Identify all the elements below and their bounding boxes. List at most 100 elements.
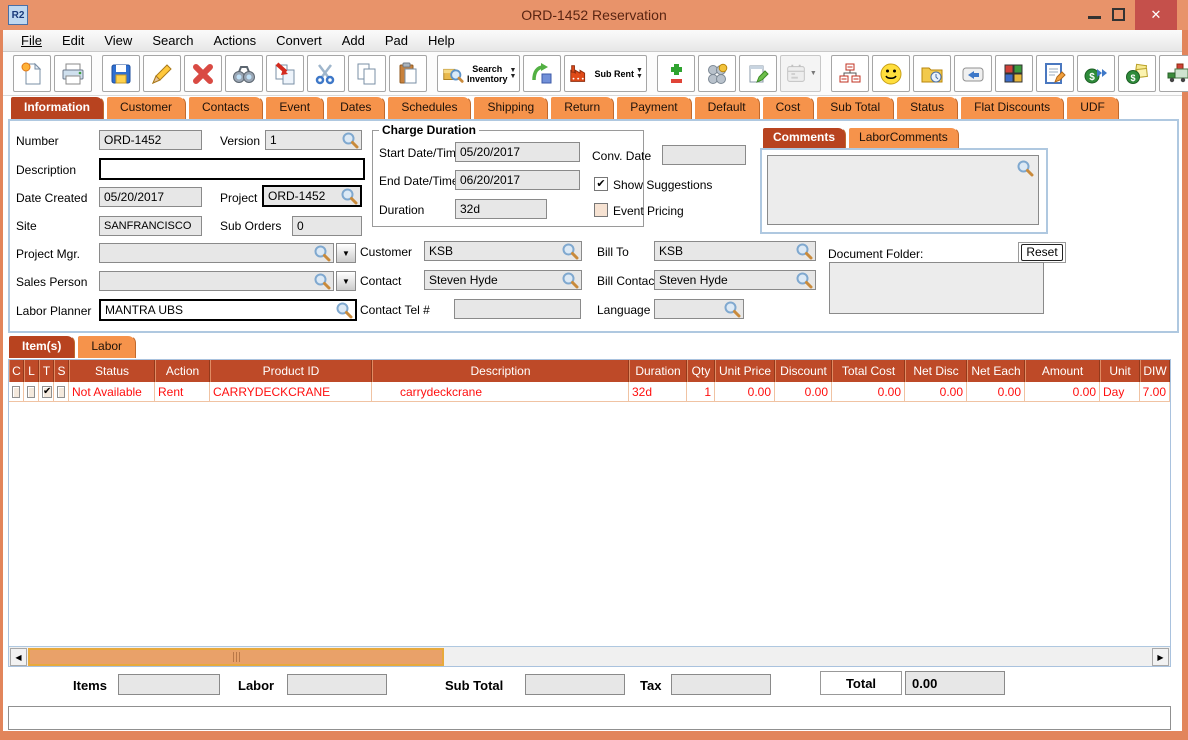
end-date-field[interactable]: 06/20/2017 [455, 170, 580, 190]
sub-rent-button[interactable]: Sub Rent ▼ ▼ [564, 55, 647, 92]
contact-tel-field[interactable] [454, 299, 581, 319]
date-created-field[interactable]: 05/20/2017 [99, 187, 202, 207]
cell-net-each[interactable]: 0.00 [967, 382, 1025, 402]
minimize-button[interactable] [1088, 16, 1101, 19]
horizontal-scrollbar[interactable]: ◀ ▶ [9, 646, 1170, 666]
contact-field[interactable]: Steven Hyde [424, 270, 582, 290]
hierarchy-button[interactable] [830, 55, 869, 92]
menu-pad[interactable]: Pad [375, 30, 418, 52]
paste-button[interactable] [389, 55, 427, 92]
copy-button[interactable] [348, 55, 386, 92]
tab-labor-comments[interactable]: LaborComments [848, 127, 959, 148]
bill-to-field[interactable]: KSB [654, 241, 816, 261]
labor-planner-search-icon[interactable] [335, 301, 353, 319]
close-button[interactable]: ✕ [1135, 0, 1177, 30]
sales-person-dropdown[interactable]: ▼ [336, 271, 356, 291]
folder-history-button[interactable] [912, 55, 951, 92]
cell-amount[interactable]: 0.00 [1025, 382, 1100, 402]
key-send-button[interactable] [953, 55, 992, 92]
menu-search[interactable]: Search [142, 30, 203, 52]
number-field[interactable]: ORD-1452 [99, 130, 202, 150]
col-unit-price[interactable]: Unit Price [715, 360, 775, 382]
notes-button[interactable] [738, 55, 777, 92]
scrollbar-thumb[interactable] [28, 648, 444, 666]
cell-product-id[interactable]: CARRYDECKCRANE [210, 382, 372, 402]
delivery-button[interactable] [1158, 55, 1188, 92]
cell-action[interactable]: Rent [155, 382, 210, 402]
project-field[interactable]: ORD-1452 [262, 185, 362, 207]
show-suggestions-checkbox[interactable]: ✔ [594, 177, 608, 191]
col-t[interactable]: T [39, 360, 54, 382]
col-unit[interactable]: Unit [1100, 360, 1140, 382]
menu-convert[interactable]: Convert [266, 30, 332, 52]
comments-search-icon[interactable] [1016, 159, 1034, 177]
contact-search-icon[interactable] [561, 271, 579, 289]
row-l-checkbox[interactable] [27, 385, 35, 398]
bill-to-search-icon[interactable] [795, 242, 813, 260]
project-mgr-field[interactable] [99, 243, 334, 263]
new-document-button[interactable] [13, 55, 51, 92]
edit-note-button[interactable] [1035, 55, 1074, 92]
duration-field[interactable]: 32d [455, 199, 547, 219]
tab-cost[interactable]: Cost [761, 96, 815, 119]
bill-contact-field[interactable]: Steven Hyde [654, 270, 816, 290]
col-diw[interactable]: DIW [1140, 360, 1170, 382]
tab-status[interactable]: Status [896, 96, 959, 119]
cell-discount[interactable]: 0.00 [775, 382, 832, 402]
menu-add[interactable]: Add [332, 30, 375, 52]
tab-shipping[interactable]: Shipping [473, 96, 549, 119]
cell-description[interactable]: carrydeckcrane [372, 382, 629, 402]
customer-search-icon[interactable] [561, 242, 579, 260]
col-l[interactable]: L [24, 360, 39, 382]
menu-actions[interactable]: Actions [204, 30, 267, 52]
scroll-right-button[interactable]: ▶ [1152, 648, 1169, 666]
cell-diw[interactable]: 7.00 [1140, 382, 1170, 402]
sales-person-search-icon[interactable] [313, 272, 331, 290]
tab-customer[interactable]: Customer [106, 96, 187, 119]
col-action[interactable]: Action [155, 360, 210, 382]
tab-comments[interactable]: Comments [762, 127, 847, 148]
convert-button[interactable] [523, 55, 562, 92]
tab-schedules[interactable]: Schedules [387, 96, 472, 119]
site-field[interactable]: SANFRANCISCO [99, 216, 202, 236]
tab-default[interactable]: Default [693, 96, 760, 119]
event-pricing-checkbox[interactable] [594, 203, 608, 217]
sub-orders-field[interactable]: 0 [292, 216, 362, 236]
smiley-button[interactable] [871, 55, 910, 92]
col-duration[interactable]: Duration [629, 360, 687, 382]
menu-file[interactable]: File [11, 30, 52, 52]
reset-button[interactable]: Reset [1018, 242, 1066, 263]
project-mgr-search-icon[interactable] [313, 244, 331, 262]
cell-unit-price[interactable]: 0.00 [715, 382, 775, 402]
version-field[interactable]: 1 [265, 130, 362, 150]
blocks-button[interactable] [994, 55, 1033, 92]
total-label[interactable]: Total [820, 671, 902, 695]
tab-return[interactable]: Return [550, 96, 615, 119]
tab-information[interactable]: Information [10, 96, 104, 119]
calendar-dropdown[interactable]: ▼ [810, 70, 817, 77]
cut-button[interactable] [307, 55, 345, 92]
save-button[interactable] [102, 55, 140, 92]
labor-planner-field[interactable]: MANTRA UBS [99, 299, 357, 321]
tab-payment[interactable]: Payment [616, 96, 692, 119]
row-c-checkbox[interactable] [12, 385, 20, 398]
menu-edit[interactable]: Edit [52, 30, 94, 52]
maximize-button[interactable] [1112, 8, 1125, 21]
bill-contact-search-icon[interactable] [795, 271, 813, 289]
row-t-checkbox[interactable]: ✔ [42, 385, 53, 398]
tab-labor[interactable]: Labor [77, 335, 137, 358]
tab-flat-discounts[interactable]: Flat Discounts [960, 96, 1065, 119]
col-net-disc[interactable]: Net Disc [905, 360, 967, 382]
document-folder-box[interactable] [829, 262, 1044, 314]
tab-items[interactable]: Item(s) [8, 335, 76, 358]
dollar-forward-button[interactable]: $ [1076, 55, 1115, 92]
add-remove-button[interactable] [656, 55, 695, 92]
row-s-checkbox[interactable] [57, 385, 65, 398]
delete-button[interactable] [184, 55, 222, 92]
col-discount[interactable]: Discount [775, 360, 832, 382]
find-button[interactable] [225, 55, 263, 92]
cell-qty[interactable]: 1 [687, 382, 715, 402]
cell-unit[interactable]: Day [1100, 382, 1140, 402]
menu-view[interactable]: View [94, 30, 142, 52]
search-inventory-button[interactable]: Search Inventory ▼ ▼ [437, 55, 521, 92]
